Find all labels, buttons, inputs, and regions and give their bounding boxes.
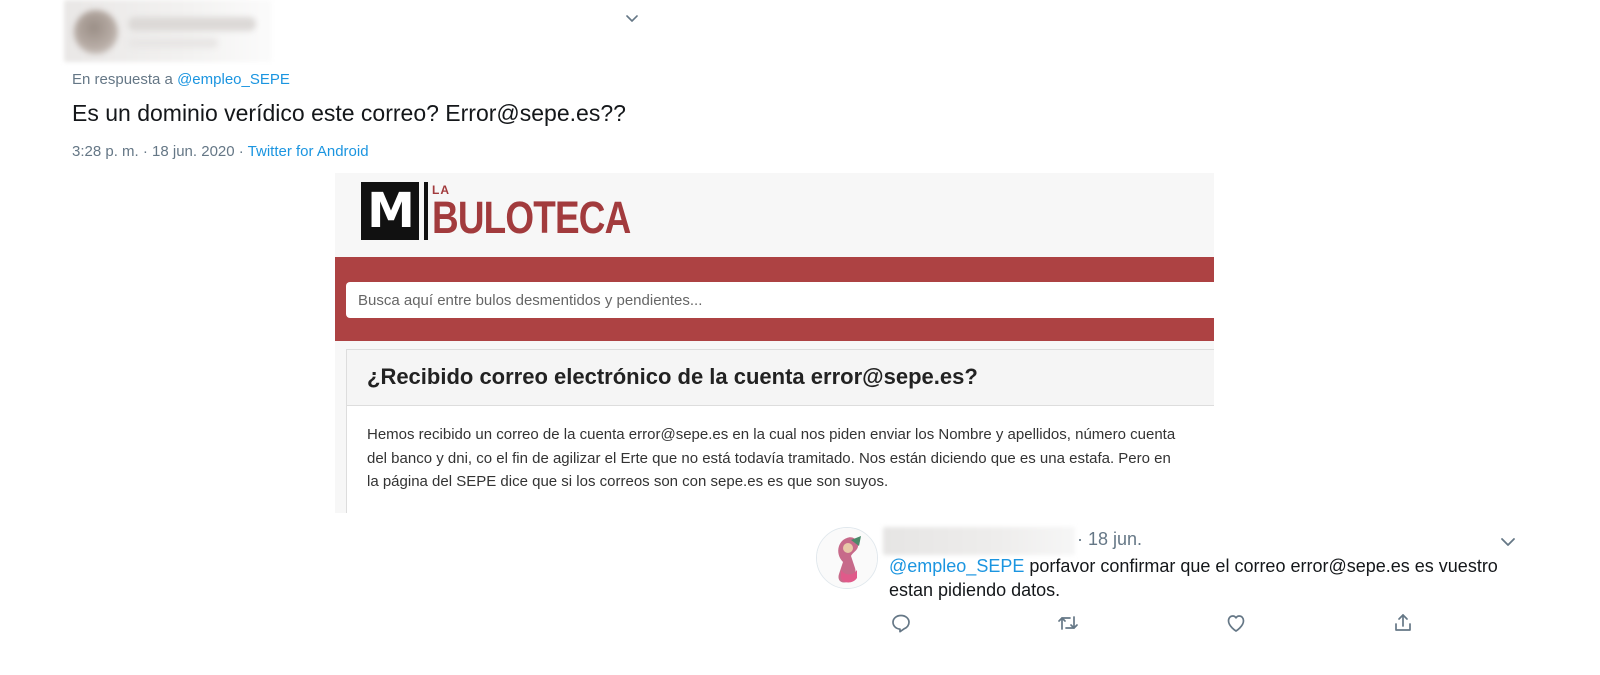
question-title: ¿Recibido correo electrónico de la cuent… <box>367 364 978 389</box>
tweet-timestamp[interactable]: 3:28 p. m. · 18 jun. 2020 · <box>72 143 248 160</box>
reply-prefix: En respuesta a <box>72 71 178 88</box>
logo-mark: M <box>361 182 419 240</box>
reply-icon[interactable] <box>889 611 913 635</box>
blurred-author-handle <box>128 38 218 48</box>
reply-mention-link[interactable]: @empleo_SEPE <box>177 71 290 88</box>
avatar[interactable] <box>816 527 878 589</box>
blurred-author-name <box>128 17 256 31</box>
question-panel: ¿Recibido correo electrónico de la cuent… <box>346 349 1214 513</box>
share-icon[interactable] <box>1391 611 1415 635</box>
search-input[interactable] <box>346 282 1214 318</box>
reply-tweet-text: @empleo_SEPE porfavor confirmar que el c… <box>889 554 1499 602</box>
attached-image[interactable]: M LA BULOTECA ¿Recibido correo electróni… <box>335 173 1214 513</box>
tweet-meta: 3:28 p. m. · 18 jun. 2020 · Twitter for … <box>72 143 369 160</box>
tweet-date[interactable]: · 18 jun. <box>1077 529 1142 550</box>
blurred-author-name <box>883 527 1075 555</box>
question-header: ¿Recibido correo electrónico de la cuent… <box>347 350 1214 406</box>
logo-divider <box>424 182 428 240</box>
mention-link[interactable]: @empleo_SEPE <box>889 556 1024 576</box>
logo-name: BULOTECA <box>432 192 631 243</box>
reply-context: En respuesta a @empleo_SEPE <box>72 71 290 88</box>
tweet-text: Es un dominio verídico este correo? Erro… <box>72 100 626 126</box>
chevron-down-icon[interactable] <box>1498 532 1518 552</box>
retweet-icon[interactable] <box>1056 611 1080 635</box>
question-body: Hemos recibido un correo de la cuenta er… <box>367 426 1176 490</box>
tweet-source-link[interactable]: Twitter for Android <box>248 143 369 160</box>
heart-icon[interactable] <box>1224 611 1248 635</box>
blurred-avatar <box>74 10 118 54</box>
chevron-down-icon[interactable] <box>624 10 640 26</box>
